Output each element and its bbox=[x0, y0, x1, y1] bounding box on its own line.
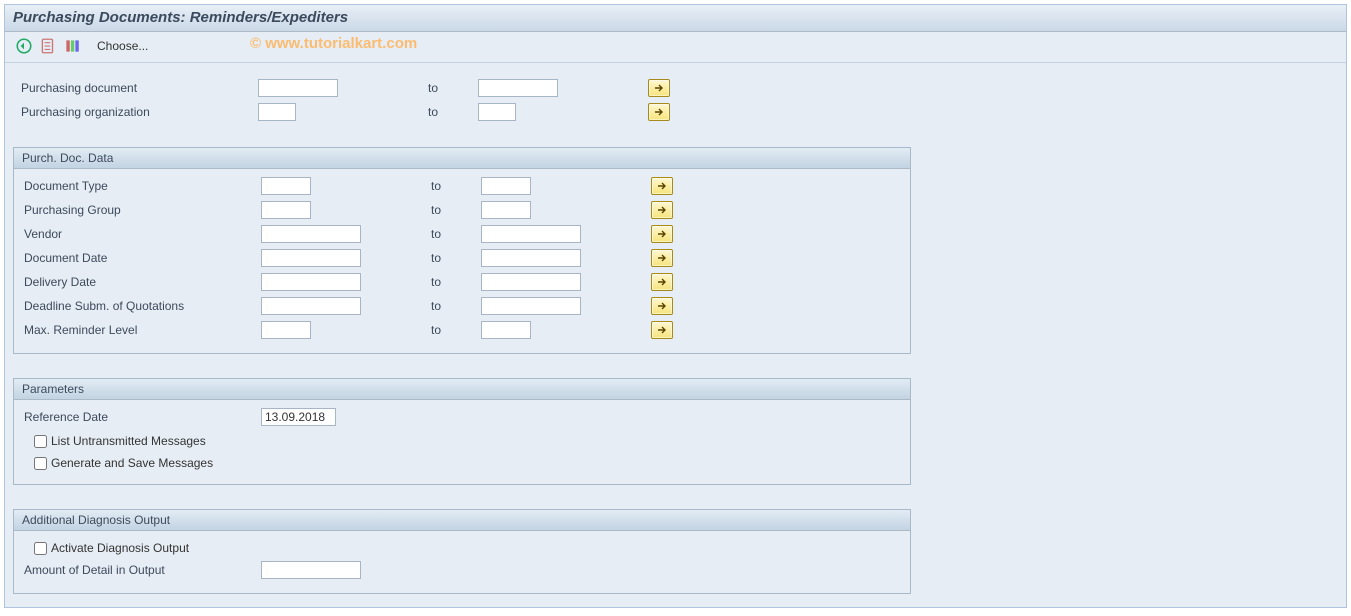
field-label: Document Date bbox=[16, 251, 261, 265]
selection-icon[interactable] bbox=[63, 37, 81, 55]
document-type-to[interactable] bbox=[481, 177, 531, 195]
delivery-date-to[interactable] bbox=[481, 273, 581, 291]
row-amount-detail: Amount of Detail in Output bbox=[16, 559, 908, 581]
field-label: Vendor bbox=[16, 227, 261, 241]
row-purchasing-group: Purchasing Group to bbox=[16, 199, 908, 221]
deadline-subm-of-quotations-from[interactable] bbox=[261, 297, 361, 315]
group-header: Parameters bbox=[14, 379, 910, 400]
row-delivery-date: Delivery Date to bbox=[16, 271, 908, 293]
field-label: Purchasing Group bbox=[16, 203, 261, 217]
purchasing-organization-to[interactable] bbox=[478, 103, 516, 121]
generate-save-checkbox[interactable] bbox=[34, 457, 47, 470]
checkbox-row: Activate Diagnosis Output bbox=[16, 537, 908, 559]
checkbox-label: Generate and Save Messages bbox=[51, 456, 213, 470]
multiple-selection-icon[interactable] bbox=[651, 321, 673, 339]
field-label: Deadline Subm. of Quotations bbox=[16, 299, 261, 313]
vendor-from[interactable] bbox=[261, 225, 361, 243]
multiple-selection-icon[interactable] bbox=[651, 297, 673, 315]
watermark: © www.tutorialkart.com bbox=[250, 35, 417, 52]
field-label: Purchasing organization bbox=[13, 105, 258, 119]
document-date-from[interactable] bbox=[261, 249, 361, 267]
group-header: Purch. Doc. Data bbox=[14, 148, 910, 169]
group-parameters: Parameters Reference Date List Untransmi… bbox=[13, 378, 911, 485]
to-label: to bbox=[381, 179, 481, 193]
title-bar: Purchasing Documents: Reminders/Expedite… bbox=[5, 5, 1346, 32]
purchasing-organization-from[interactable] bbox=[258, 103, 296, 121]
to-label: to bbox=[381, 227, 481, 241]
checkbox-label: List Untransmitted Messages bbox=[51, 434, 206, 448]
row-reference-date: Reference Date bbox=[16, 406, 908, 428]
amount-detail-input[interactable] bbox=[261, 561, 361, 579]
app-window: Purchasing Documents: Reminders/Expedite… bbox=[4, 4, 1347, 608]
field-label: Purchasing document bbox=[13, 81, 258, 95]
page-title: Purchasing Documents: Reminders/Expedite… bbox=[13, 9, 348, 26]
vendor-to[interactable] bbox=[481, 225, 581, 243]
variant-icon[interactable] bbox=[39, 37, 57, 55]
group-purch-doc-data: Purch. Doc. Data Document TypetoPurchasi… bbox=[13, 147, 911, 354]
toolbar: Choose... © www.tutorialkart.com bbox=[5, 32, 1346, 63]
execute-icon[interactable] bbox=[15, 37, 33, 55]
multiple-selection-icon[interactable] bbox=[648, 79, 670, 97]
multiple-selection-icon[interactable] bbox=[651, 201, 673, 219]
to-label: to bbox=[378, 105, 478, 119]
row-max-reminder-level: Max. Reminder Level to bbox=[16, 319, 908, 341]
top-selection-rows: Purchasing document to Purchasing organi… bbox=[11, 73, 909, 123]
row-deadline-subm-of-quotations: Deadline Subm. of Quotations to bbox=[16, 295, 908, 317]
to-label: to bbox=[381, 323, 481, 337]
multiple-selection-icon[interactable] bbox=[651, 249, 673, 267]
list-untransmitted-checkbox[interactable] bbox=[34, 435, 47, 448]
multiple-selection-icon[interactable] bbox=[651, 177, 673, 195]
to-label: to bbox=[381, 275, 481, 289]
row-purchasing-document: Purchasing document to bbox=[13, 77, 907, 99]
reference-date-input[interactable] bbox=[261, 408, 336, 426]
row-vendor: Vendor to bbox=[16, 223, 908, 245]
row-document-type: Document Type to bbox=[16, 175, 908, 197]
group-diagnosis: Additional Diagnosis Output Activate Dia… bbox=[13, 509, 911, 594]
multiple-selection-icon[interactable] bbox=[648, 103, 670, 121]
multiple-selection-icon[interactable] bbox=[651, 225, 673, 243]
purchasing-group-to[interactable] bbox=[481, 201, 531, 219]
to-label: to bbox=[381, 251, 481, 265]
document-date-to[interactable] bbox=[481, 249, 581, 267]
max-reminder-level-from[interactable] bbox=[261, 321, 311, 339]
field-label: Document Type bbox=[16, 179, 261, 193]
checkbox-row: List Untransmitted Messages bbox=[16, 430, 908, 452]
choose-button[interactable]: Choose... bbox=[97, 39, 148, 53]
to-label: to bbox=[381, 299, 481, 313]
purchasing-document-to[interactable] bbox=[478, 79, 558, 97]
document-type-from[interactable] bbox=[261, 177, 311, 195]
group-header: Additional Diagnosis Output bbox=[14, 510, 910, 531]
multiple-selection-icon[interactable] bbox=[651, 273, 673, 291]
deadline-subm-of-quotations-to[interactable] bbox=[481, 297, 581, 315]
purchasing-document-from[interactable] bbox=[258, 79, 338, 97]
content-area: Purchasing document to Purchasing organi… bbox=[5, 63, 1346, 606]
delivery-date-from[interactable] bbox=[261, 273, 361, 291]
checkbox-label: Activate Diagnosis Output bbox=[51, 541, 189, 555]
checkbox-row: Generate and Save Messages bbox=[16, 452, 908, 474]
purchasing-group-from[interactable] bbox=[261, 201, 311, 219]
row-document-date: Document Date to bbox=[16, 247, 908, 269]
activate-diagnosis-checkbox[interactable] bbox=[34, 542, 47, 555]
field-label: Delivery Date bbox=[16, 275, 261, 289]
to-label: to bbox=[381, 203, 481, 217]
to-label: to bbox=[378, 81, 478, 95]
field-label: Max. Reminder Level bbox=[16, 323, 261, 337]
field-label: Amount of Detail in Output bbox=[16, 563, 261, 577]
field-label: Reference Date bbox=[16, 410, 261, 424]
row-purchasing-organization: Purchasing organization to bbox=[13, 101, 907, 123]
max-reminder-level-to[interactable] bbox=[481, 321, 531, 339]
